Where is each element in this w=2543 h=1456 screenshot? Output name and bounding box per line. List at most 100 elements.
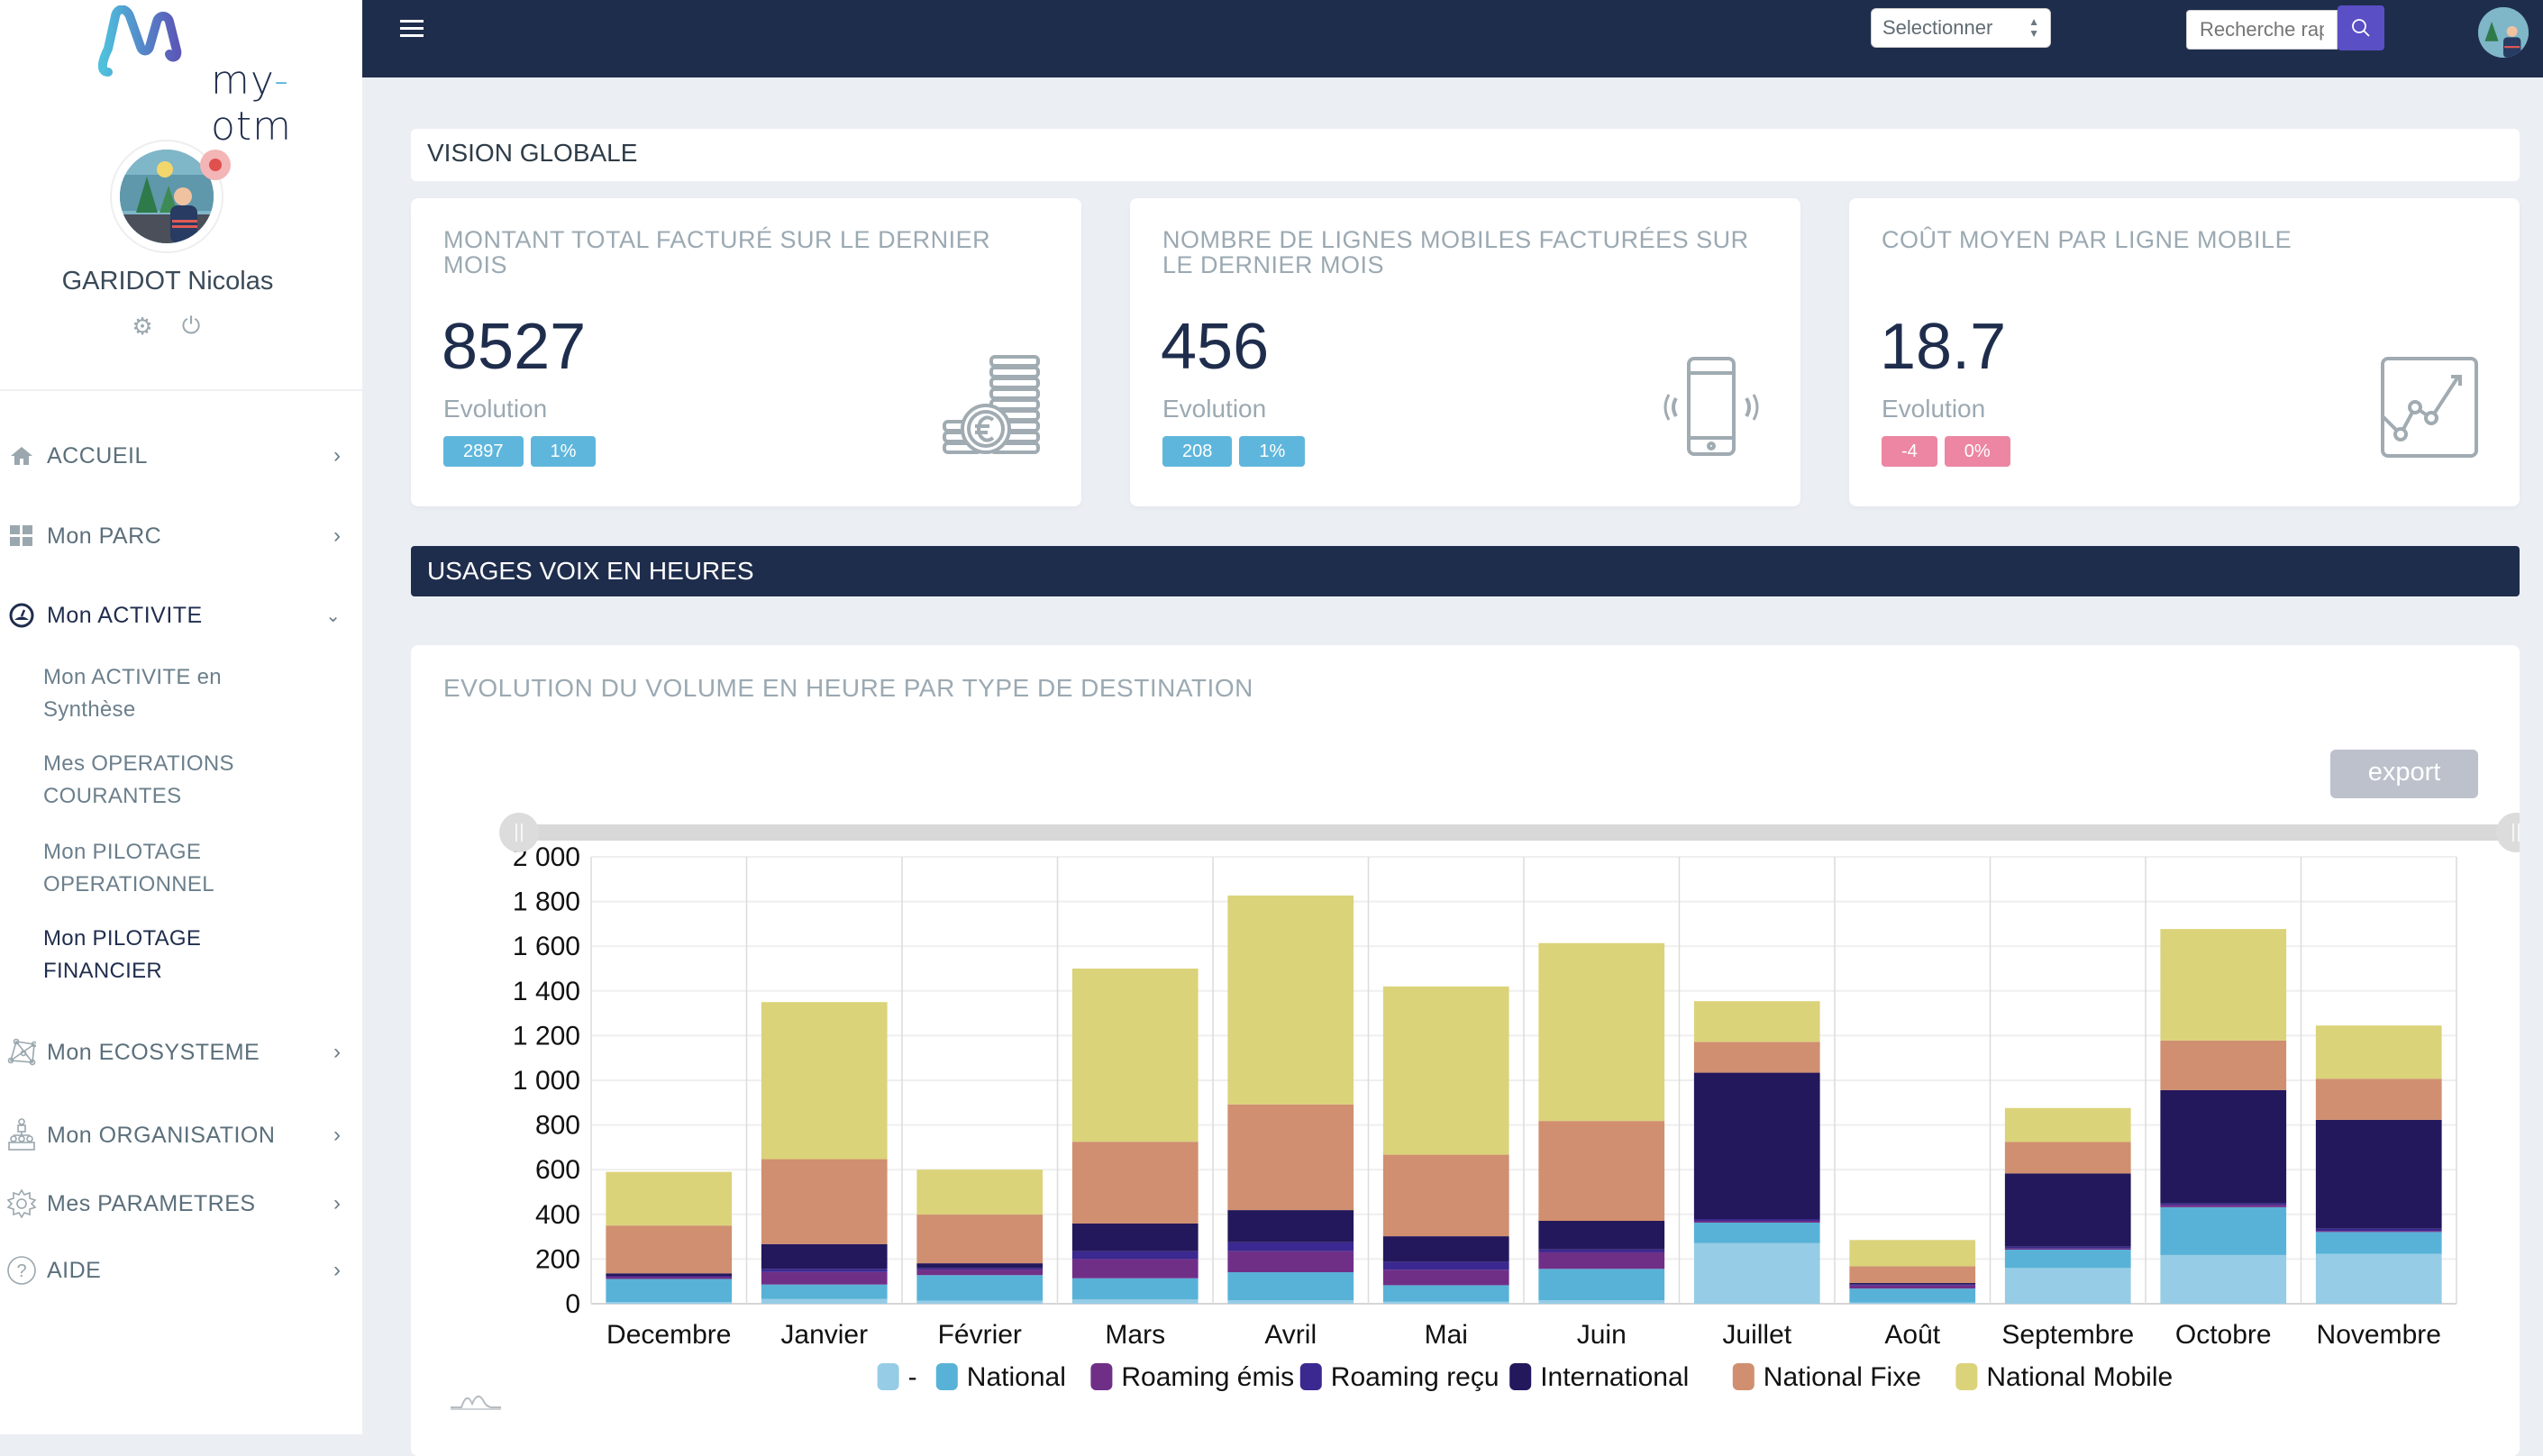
bar-segment[interactable] xyxy=(1693,1042,1820,1073)
bar-segment[interactable] xyxy=(1071,1142,1199,1224)
bar-segment[interactable] xyxy=(1693,1072,1820,1220)
bar-segment[interactable] xyxy=(2315,1025,2442,1079)
sidebar-item-aide[interactable]: ? AIDE › xyxy=(0,1243,362,1297)
legend-item[interactable]: Roaming reçu xyxy=(1299,1362,1499,1392)
sidebar-subitem-synthese[interactable]: Mon ACTIVITE en Synthèse xyxy=(43,661,332,726)
bar-segment[interactable] xyxy=(1693,1219,1820,1221)
bar-segment[interactable] xyxy=(606,1276,733,1279)
bar-segment[interactable] xyxy=(1849,1285,1976,1289)
sidebar-item-parc[interactable]: Mon PARC › xyxy=(0,509,362,563)
bar-segment[interactable] xyxy=(2004,1142,2131,1174)
bar-segment[interactable] xyxy=(1849,1240,1976,1267)
bar-segment[interactable] xyxy=(1849,1284,1976,1286)
bar-segment[interactable] xyxy=(606,1225,733,1274)
bar-segment[interactable] xyxy=(1382,1285,1509,1302)
legend-item[interactable]: National xyxy=(935,1362,1066,1392)
bar-segment[interactable] xyxy=(2004,1173,2131,1247)
bar-segment[interactable] xyxy=(761,1284,888,1299)
legend-item[interactable]: International xyxy=(1509,1362,1689,1392)
bar-segment[interactable] xyxy=(1538,1251,1665,1269)
bar-segment[interactable] xyxy=(1227,1104,1354,1211)
sidebar-subitem-pilotage-operationnel[interactable]: Mon PILOTAGE OPERATIONNEL xyxy=(43,836,332,901)
bar-segment[interactable] xyxy=(1693,1242,1820,1304)
legend-item[interactable]: National Mobile xyxy=(1955,1362,2173,1392)
bar-segment[interactable] xyxy=(1071,1251,1199,1260)
bar-segment[interactable] xyxy=(1538,1249,1665,1252)
export-button[interactable]: export xyxy=(2330,750,2478,798)
bar-segment[interactable] xyxy=(606,1276,733,1277)
range-navigator-icon[interactable] xyxy=(451,1388,501,1411)
bar-segment[interactable] xyxy=(761,1002,888,1160)
bar-segment[interactable] xyxy=(1693,1001,1820,1042)
bar-segment[interactable] xyxy=(2004,1246,2131,1249)
bar-segment[interactable] xyxy=(1227,1300,1354,1304)
bar-segment[interactable] xyxy=(2315,1231,2442,1233)
sidebar-item-accueil[interactable]: ACCUEIL › xyxy=(0,429,362,483)
bar-segment[interactable] xyxy=(2160,1089,2287,1204)
bar-segment[interactable] xyxy=(1382,1301,1509,1304)
bar-segment[interactable] xyxy=(916,1275,1044,1301)
bar-segment[interactable] xyxy=(1227,1242,1354,1251)
bar-segment[interactable] xyxy=(1693,1220,1820,1223)
bar-segment[interactable] xyxy=(2160,1206,2287,1255)
hamburger-menu-icon[interactable] xyxy=(400,20,424,40)
bar-segment[interactable] xyxy=(761,1269,888,1272)
bar-segment[interactable] xyxy=(1382,1269,1509,1286)
bar-segment[interactable] xyxy=(2160,1205,2287,1207)
bar-segment[interactable] xyxy=(1071,1259,1199,1279)
sidebar-item-activite[interactable]: Mon ACTIVITE ⌄ xyxy=(0,588,362,642)
bar-segment[interactable] xyxy=(761,1298,888,1304)
bar-segment[interactable] xyxy=(2160,1040,2287,1090)
slider-track[interactable] xyxy=(528,824,2516,841)
range-slider[interactable] xyxy=(499,813,2520,852)
bar-segment[interactable] xyxy=(1538,1300,1665,1304)
bar-segment[interactable] xyxy=(2315,1228,2442,1232)
bar-segment[interactable] xyxy=(2004,1107,2131,1142)
slider-handle-start[interactable] xyxy=(499,813,539,852)
bar-segment[interactable] xyxy=(916,1300,1044,1304)
bar-segment[interactable] xyxy=(1382,1261,1509,1270)
bar-segment[interactable] xyxy=(1538,1121,1665,1221)
bar-segment[interactable] xyxy=(1538,942,1665,1122)
bar-segment[interactable] xyxy=(2315,1119,2442,1229)
bar-segment[interactable] xyxy=(1538,1220,1665,1250)
legend-item[interactable]: - xyxy=(877,1362,917,1392)
bar-segment[interactable] xyxy=(916,1263,1044,1269)
bar-segment[interactable] xyxy=(2315,1253,2442,1304)
legend-item[interactable]: National Fixe xyxy=(1732,1362,1921,1392)
bar-segment[interactable] xyxy=(2160,1203,2287,1206)
bar-segment[interactable] xyxy=(1227,895,1354,1105)
bar-segment[interactable] xyxy=(1071,1299,1199,1304)
bar-segment[interactable] xyxy=(1538,1269,1665,1301)
bar-segment[interactable] xyxy=(1382,1236,1509,1262)
bar-segment[interactable] xyxy=(761,1243,888,1269)
bar-segment[interactable] xyxy=(2315,1232,2442,1254)
user-avatar[interactable] xyxy=(2478,7,2529,58)
bar-segment[interactable] xyxy=(606,1273,733,1276)
brand-logo[interactable]: my-otm xyxy=(90,5,291,150)
sidebar-subitem-pilotage-financier[interactable]: Mon PILOTAGE FINANCIER xyxy=(43,923,332,987)
sidebar-item-ecosysteme[interactable]: Mon ECOSYSTEME › xyxy=(0,1025,362,1079)
bar-segment[interactable] xyxy=(916,1268,1044,1270)
bar-segment[interactable] xyxy=(1849,1282,1976,1285)
bar-segment[interactable] xyxy=(1071,969,1199,1142)
bar-segment[interactable] xyxy=(2160,929,2287,1041)
bar-segment[interactable] xyxy=(606,1279,733,1303)
bar-segment[interactable] xyxy=(1693,1222,1820,1243)
bar-segment[interactable] xyxy=(1849,1302,1976,1304)
power-icon[interactable]: ⏻ xyxy=(178,312,204,339)
bar-segment[interactable] xyxy=(1849,1288,1976,1303)
bar-segment[interactable] xyxy=(1227,1210,1354,1242)
quick-search-input[interactable] xyxy=(2186,10,2338,50)
bar-segment[interactable] xyxy=(1849,1266,1976,1283)
bar-segment[interactable] xyxy=(916,1169,1044,1215)
bar-segment[interactable] xyxy=(606,1302,733,1304)
bar-segment[interactable] xyxy=(761,1271,888,1285)
sidebar-item-organisation[interactable]: Mon ORGANISATION › xyxy=(0,1108,362,1162)
search-button[interactable] xyxy=(2338,5,2384,50)
selector-dropdown[interactable]: Selectionner ▲ ▼ xyxy=(1871,8,2051,48)
sidebar-item-parametres[interactable]: Mes PARAMETRES › xyxy=(0,1177,362,1231)
bar-segment[interactable] xyxy=(606,1171,733,1226)
bar-segment[interactable] xyxy=(916,1269,1044,1276)
bar-segment[interactable] xyxy=(1227,1251,1354,1273)
